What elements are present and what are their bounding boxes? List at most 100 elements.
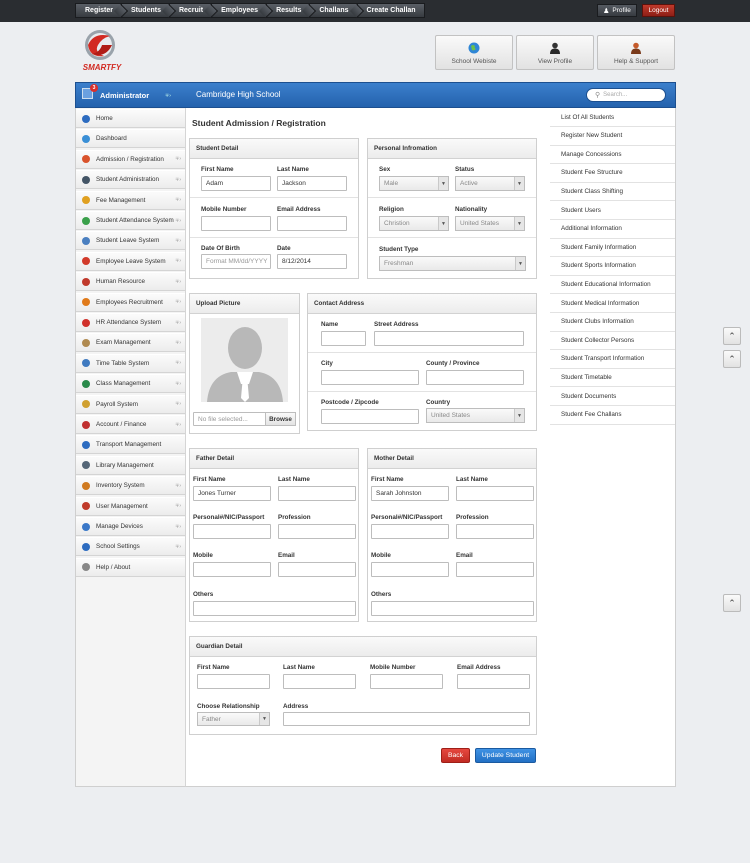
- student-type-select[interactable]: Freshman ▼: [379, 256, 526, 271]
- topnav-create-challan[interactable]: Create Challan: [356, 3, 425, 18]
- sidebar-item-fee-management[interactable]: Fee Management ∓›: [76, 190, 185, 210]
- right-menu-item-list-of-all-students[interactable]: List Of All Students: [550, 108, 675, 127]
- right-menu-item-additional-information[interactable]: Additional Information: [550, 220, 675, 239]
- sidebar-item-payroll-system[interactable]: Payroll System ∓›: [76, 394, 185, 414]
- divider: [368, 237, 536, 238]
- scroll-to-top-button[interactable]: ⌃: [723, 594, 741, 612]
- right-menu-item-student-fee-challans[interactable]: Student Fee Challans: [550, 406, 675, 425]
- right-menu-item-student-users[interactable]: Student Users: [550, 201, 675, 220]
- admin-dropdown-icon[interactable]: ∓›: [165, 93, 171, 99]
- date-input[interactable]: 8/12/2014: [277, 254, 347, 269]
- mother-first-name-input[interactable]: Sarah Johnston: [371, 486, 449, 501]
- right-menu-item-student-class-shifting[interactable]: Student Class Shifting: [550, 182, 675, 202]
- right-menu-item-student-fee-structure[interactable]: Student Fee Structure: [550, 164, 675, 183]
- sidebar-item-help-about[interactable]: Help / About: [76, 557, 185, 577]
- nationality-select[interactable]: United States ▼: [455, 216, 525, 231]
- right-menu-item-student-family-information[interactable]: Student Family Information: [550, 238, 675, 258]
- sidebar-item-admission-registration[interactable]: Admission / Registration ∓›: [76, 149, 185, 169]
- sidebar-item-time-table-system[interactable]: Time Table System ∓›: [76, 353, 185, 373]
- father-first-name-input[interactable]: Jones Turner: [193, 486, 271, 501]
- topnav-employees[interactable]: Employees: [211, 3, 268, 18]
- contact-name-input[interactable]: [321, 331, 366, 346]
- sidebar-item-school-settings[interactable]: School Settings ∓›: [76, 537, 185, 557]
- sidebar-item-student-attendance-system[interactable]: Student Attendance System ∓›: [76, 211, 185, 230]
- help-support-button[interactable]: Help & Support: [597, 35, 675, 70]
- right-menu-item-student-collector-persons[interactable]: Student Collector Persons: [550, 331, 675, 351]
- dob-input[interactable]: Format MM/dd/YYYY: [201, 254, 271, 269]
- sidebar-item-student-leave-system[interactable]: Student Leave System ∓›: [76, 231, 185, 251]
- school-website-button[interactable]: School Webiste: [435, 35, 513, 70]
- right-menu-item-student-documents[interactable]: Student Documents: [550, 387, 675, 406]
- view-profile-button[interactable]: View Profile: [516, 35, 594, 70]
- logout-button[interactable]: Logout: [642, 4, 675, 17]
- mobile-number-input[interactable]: [201, 216, 271, 231]
- mother-nic-input[interactable]: [371, 524, 449, 539]
- status-select[interactable]: Active ▼: [455, 176, 525, 191]
- street-address-input[interactable]: [374, 331, 524, 346]
- guardian-email-input[interactable]: [457, 674, 530, 689]
- browse-button[interactable]: Browse: [265, 412, 296, 426]
- topnav-challans[interactable]: Challans: [309, 3, 358, 18]
- right-menu-item-student-clubs-information[interactable]: Student Clubs Information: [550, 313, 675, 332]
- topnav-register[interactable]: Register: [75, 3, 123, 18]
- sidebar-item-employees-recruitment[interactable]: Employees Recruitment ∓›: [76, 292, 185, 312]
- sidebar-item-hr-attendance-system[interactable]: HR Attendance System ∓›: [76, 313, 185, 332]
- first-name-input[interactable]: Adam: [201, 176, 271, 191]
- search-input[interactable]: ⚲ Search...: [586, 88, 666, 102]
- back-button[interactable]: Back: [441, 748, 470, 763]
- profile-button[interactable]: ♟ Profile: [597, 4, 637, 17]
- scroll-up-button[interactable]: ⌃: [723, 327, 741, 345]
- update-student-button[interactable]: Update Student: [475, 748, 536, 763]
- mother-others-input[interactable]: [371, 601, 534, 616]
- sidebar-item-account-finance[interactable]: Account / Finance ∓›: [76, 415, 185, 434]
- relationship-select[interactable]: Father ▼: [197, 712, 270, 726]
- right-menu-item-student-educational-information[interactable]: Student Educational Information: [550, 275, 675, 295]
- religion-select[interactable]: Christion ▼: [379, 216, 449, 231]
- file-path-input[interactable]: No file selected...: [193, 412, 266, 426]
- right-menu-item-manage-concessions[interactable]: Manage Concessions: [550, 145, 675, 165]
- mother-last-name-input[interactable]: [456, 486, 534, 501]
- country-select[interactable]: United States ▼: [426, 408, 525, 423]
- sidebar-item-home[interactable]: Home: [76, 109, 185, 128]
- sidebar-item-inventory-system[interactable]: Inventory System ∓›: [76, 476, 185, 496]
- right-menu-item-student-medical-information[interactable]: Student Medical Information: [550, 294, 675, 313]
- father-email-input[interactable]: [278, 562, 356, 577]
- father-last-name-input[interactable]: [278, 486, 356, 501]
- expand-arrow-icon: ∓›: [175, 401, 181, 408]
- notification-badge[interactable]: 3: [90, 84, 98, 92]
- guardian-first-name-input[interactable]: [197, 674, 270, 689]
- right-menu-item-student-transport-information[interactable]: Student Transport Information: [550, 350, 675, 369]
- scroll-up-button[interactable]: ⌃: [723, 350, 741, 368]
- guardian-address-input[interactable]: [283, 712, 530, 726]
- sidebar-item-employee-leave-system[interactable]: Employee Leave System ∓›: [76, 251, 185, 271]
- father-profession-input[interactable]: [278, 524, 356, 539]
- sidebar-item-student-administration[interactable]: Student Administration ∓›: [76, 170, 185, 190]
- guardian-mobile-input[interactable]: [370, 674, 443, 689]
- mother-email-input[interactable]: [456, 562, 534, 577]
- city-input[interactable]: [321, 370, 419, 385]
- sex-select[interactable]: Male ▼: [379, 176, 449, 191]
- last-name-input[interactable]: Jackson: [277, 176, 347, 191]
- right-menu-item-student-sports-information[interactable]: Student Sports Information: [550, 257, 675, 276]
- sidebar-item-human-resource[interactable]: Human Resource ∓›: [76, 272, 185, 292]
- sidebar-item-class-management[interactable]: Class Management ∓›: [76, 374, 185, 394]
- sidebar-item-manage-devices[interactable]: Manage Devices ∓›: [76, 517, 185, 536]
- right-menu-item-register-new-student[interactable]: Register New Student: [550, 127, 675, 146]
- email-address-input[interactable]: [277, 216, 347, 231]
- father-nic-input[interactable]: [193, 524, 271, 539]
- county-input[interactable]: [426, 370, 524, 385]
- postcode-input[interactable]: [321, 409, 419, 424]
- sidebar-item-transport-management[interactable]: Transport Management: [76, 435, 185, 455]
- mother-profession-input[interactable]: [456, 524, 534, 539]
- sidebar-item-exam-management[interactable]: Exam Management ∓›: [76, 333, 185, 353]
- sidebar-item-user-management[interactable]: User Management ∓›: [76, 496, 185, 516]
- right-menu-item-student-timetable[interactable]: Student Timetable: [550, 368, 675, 388]
- father-others-input[interactable]: [193, 601, 356, 616]
- sidebar-item-library-management[interactable]: Library Management: [76, 455, 185, 475]
- admin-title[interactable]: Administrator: [100, 91, 149, 100]
- mother-mobile-input[interactable]: [371, 562, 449, 577]
- father-mobile-input[interactable]: [193, 562, 271, 577]
- sidebar-item-dashboard[interactable]: Dashboard: [76, 129, 185, 149]
- guardian-last-name-input[interactable]: [283, 674, 356, 689]
- app-logo[interactable]: SMARTFY: [80, 28, 124, 74]
